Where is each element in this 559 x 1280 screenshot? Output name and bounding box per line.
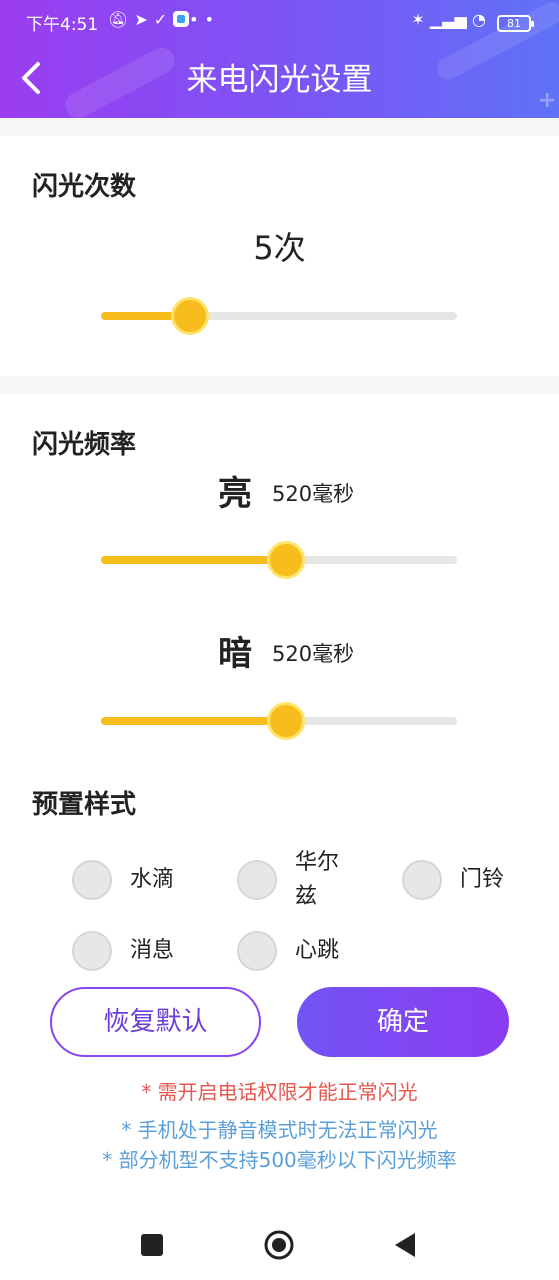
confirm-button[interactable]: 确定	[297, 987, 509, 1057]
preset-water-drop[interactable]: 水滴	[72, 860, 174, 900]
dark-duration-slider[interactable]	[101, 701, 457, 741]
preset-label: 心跳	[295, 938, 340, 963]
recents-button[interactable]	[135, 1228, 169, 1262]
preset-label: 水滴	[130, 867, 175, 892]
dark-label: 暗	[218, 634, 252, 674]
radio-button[interactable]	[237, 860, 277, 900]
status-right: ✶ ▁▃▅ ◔ 81	[411, 10, 534, 32]
radio-button[interactable]	[72, 931, 112, 971]
square-icon	[141, 1234, 163, 1256]
preset-waltz[interactable]: 华尔兹	[237, 846, 349, 914]
frequency-limit-note: * 部分机型不支持500毫秒以下闪光频率	[102, 1148, 457, 1172]
status-bar: 下午4:51 🔕︎➤✓ •• ✶ ▁▃▅ ◔ 81	[0, 0, 559, 42]
preset-doorbell[interactable]: 门铃	[402, 860, 504, 900]
flash-count-value: 5次	[253, 229, 306, 267]
slider-thumb[interactable]	[171, 297, 209, 335]
download-done-icon: ✓	[153, 10, 174, 29]
system-nav-bar	[0, 1210, 559, 1280]
preset-label: 门铃	[460, 867, 505, 892]
app-notification-icon	[173, 11, 190, 27]
radio-button[interactable]	[237, 931, 277, 971]
silent-mode-note: * 手机处于静音模式时无法正常闪光	[121, 1118, 438, 1142]
status-time: 下午4:51	[26, 15, 99, 35]
radio-button[interactable]	[72, 860, 112, 900]
mute-icon: 🔕︎	[108, 10, 135, 29]
flash-count-title: 闪光次数	[32, 172, 137, 202]
wifi-icon: ◔	[471, 10, 486, 29]
preset-message[interactable]: 消息	[72, 931, 174, 971]
signal-icon: ▁▃▅	[429, 10, 467, 29]
slider-fill	[101, 717, 287, 725]
triangle-left-icon	[395, 1233, 415, 1257]
permission-note: * 需开启电话权限才能正常闪光	[141, 1080, 418, 1104]
preset-heartbeat[interactable]: 心跳	[237, 931, 339, 971]
telegram-icon: ➤	[134, 10, 154, 29]
slider-fill	[101, 556, 287, 564]
battery-icon: 81	[497, 15, 534, 32]
section-divider	[0, 118, 559, 136]
radio-button[interactable]	[402, 860, 442, 900]
bright-duration-slider[interactable]	[101, 540, 457, 580]
slider-thumb[interactable]	[267, 541, 306, 579]
bluetooth-icon: ✶	[411, 10, 425, 29]
more-notifications-icon: ••	[189, 10, 220, 29]
app-header: + 下午4:51 🔕︎➤✓ •• ✶ ▁▃▅ ◔ 81 来电闪光设置	[0, 0, 559, 118]
preset-styles-title: 预置样式	[32, 790, 137, 820]
preset-label: 消息	[130, 938, 175, 963]
page-title: 来电闪光设置	[186, 62, 373, 98]
bright-label: 亮	[218, 474, 252, 514]
slider-thumb[interactable]	[267, 702, 306, 740]
flash-count-slider[interactable]	[101, 296, 457, 336]
restore-default-button[interactable]: 恢复默认	[50, 987, 261, 1057]
preset-label: 华尔兹	[295, 850, 340, 909]
nav-back-button[interactable]	[389, 1228, 423, 1262]
notification-icons: 🔕︎➤✓ ••	[108, 10, 220, 29]
section-divider	[0, 376, 559, 394]
bright-value: 520毫秒	[272, 482, 355, 506]
circle-icon	[264, 1230, 294, 1260]
home-button[interactable]	[262, 1228, 296, 1262]
dark-value: 520毫秒	[272, 642, 355, 666]
flash-frequency-title: 闪光频率	[32, 430, 137, 460]
